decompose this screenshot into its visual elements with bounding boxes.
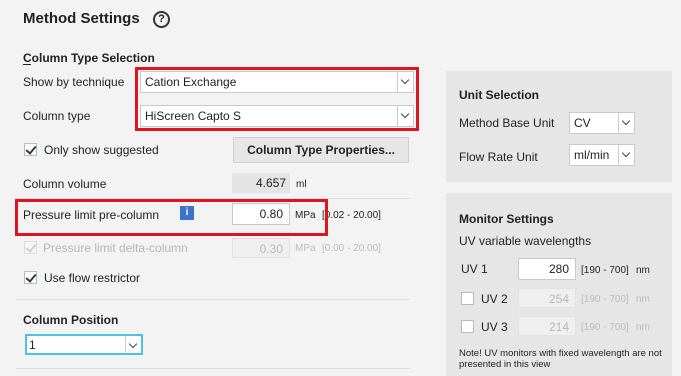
- column-volume-label: Column volume: [23, 177, 107, 191]
- chevron-down-icon: [618, 145, 634, 165]
- only-show-suggested-label: Only show suggested: [44, 143, 159, 157]
- monitor-settings-title: Monitor Settings: [459, 212, 554, 226]
- column-type-properties-button[interactable]: Column Type Properties...: [233, 137, 409, 163]
- unit-selection-title: Unit Selection: [459, 88, 540, 102]
- only-show-suggested-checkbox[interactable]: [24, 143, 37, 156]
- use-flow-restrictor-checkbox[interactable]: [24, 271, 37, 284]
- uv2-unit: nm: [636, 294, 650, 305]
- chevron-down-icon: [125, 336, 141, 353]
- pressure-delta-checkbox[interactable]: [24, 241, 37, 254]
- uv2-range: [190 - 700]: [581, 294, 629, 305]
- section-title-column-type: Column Type Selection: [23, 51, 155, 65]
- help-icon[interactable]: ?: [153, 11, 170, 28]
- divider: [16, 368, 410, 369]
- uv1-label: UV 1: [461, 262, 488, 276]
- use-flow-restrictor-label: Use flow restrictor: [44, 271, 141, 285]
- flow-rate-unit-value: ml/min: [574, 148, 610, 162]
- uv3-range: [190 - 700]: [581, 322, 629, 333]
- pressure-pre-column-range: [0.02 - 20.00]: [322, 210, 381, 221]
- method-base-unit-value: CV: [574, 116, 591, 130]
- column-type-label: Column type: [23, 109, 91, 123]
- divider: [16, 299, 410, 300]
- uv1-unit: nm: [636, 265, 650, 276]
- uv2-label: UV 2: [481, 292, 508, 306]
- column-position-value: 1: [29, 338, 36, 352]
- pressure-delta-input[interactable]: 0.30: [232, 238, 290, 258]
- uv2-checkbox[interactable]: [461, 292, 474, 305]
- pressure-delta-unit: MPa: [295, 243, 316, 254]
- highlight-box-column-type: [135, 67, 419, 131]
- column-volume-unit: ml: [296, 179, 307, 190]
- uv3-input[interactable]: 214: [518, 316, 576, 336]
- flow-rate-unit-label: Flow Rate Unit: [459, 150, 538, 164]
- access-key-underline: [23, 64, 31, 65]
- pressure-delta-label: Pressure limit delta-column: [43, 241, 188, 255]
- uv3-label: UV 3: [481, 320, 508, 334]
- uv-monitor-note: Note! UV monitors with fixed wavelength …: [459, 348, 662, 370]
- uv3-checkbox[interactable]: [461, 320, 474, 333]
- highlight-box-pressure: [15, 199, 328, 236]
- uv-variable-wavelengths-label: UV variable wavelengths: [459, 234, 592, 248]
- flow-rate-unit-select[interactable]: ml/min: [569, 144, 635, 166]
- pressure-delta-range: [0.00 - 20.00]: [322, 243, 381, 254]
- section-title-text: Column Type Selection: [23, 51, 155, 65]
- page-title: Method Settings: [23, 10, 140, 27]
- column-volume-value: 4.657: [232, 173, 290, 193]
- uv2-input[interactable]: 254: [518, 288, 576, 308]
- uv1-input[interactable]: 280: [518, 258, 576, 280]
- method-base-unit-label: Method Base Unit: [459, 116, 555, 130]
- uv1-range: [190 - 700]: [581, 265, 629, 276]
- show-by-technique-label: Show by technique: [23, 75, 125, 89]
- column-position-select[interactable]: 1: [25, 334, 143, 355]
- chevron-down-icon: [618, 113, 634, 133]
- method-base-unit-select[interactable]: CV: [569, 112, 635, 134]
- uv3-unit: nm: [636, 322, 650, 333]
- column-position-title: Column Position: [23, 313, 119, 327]
